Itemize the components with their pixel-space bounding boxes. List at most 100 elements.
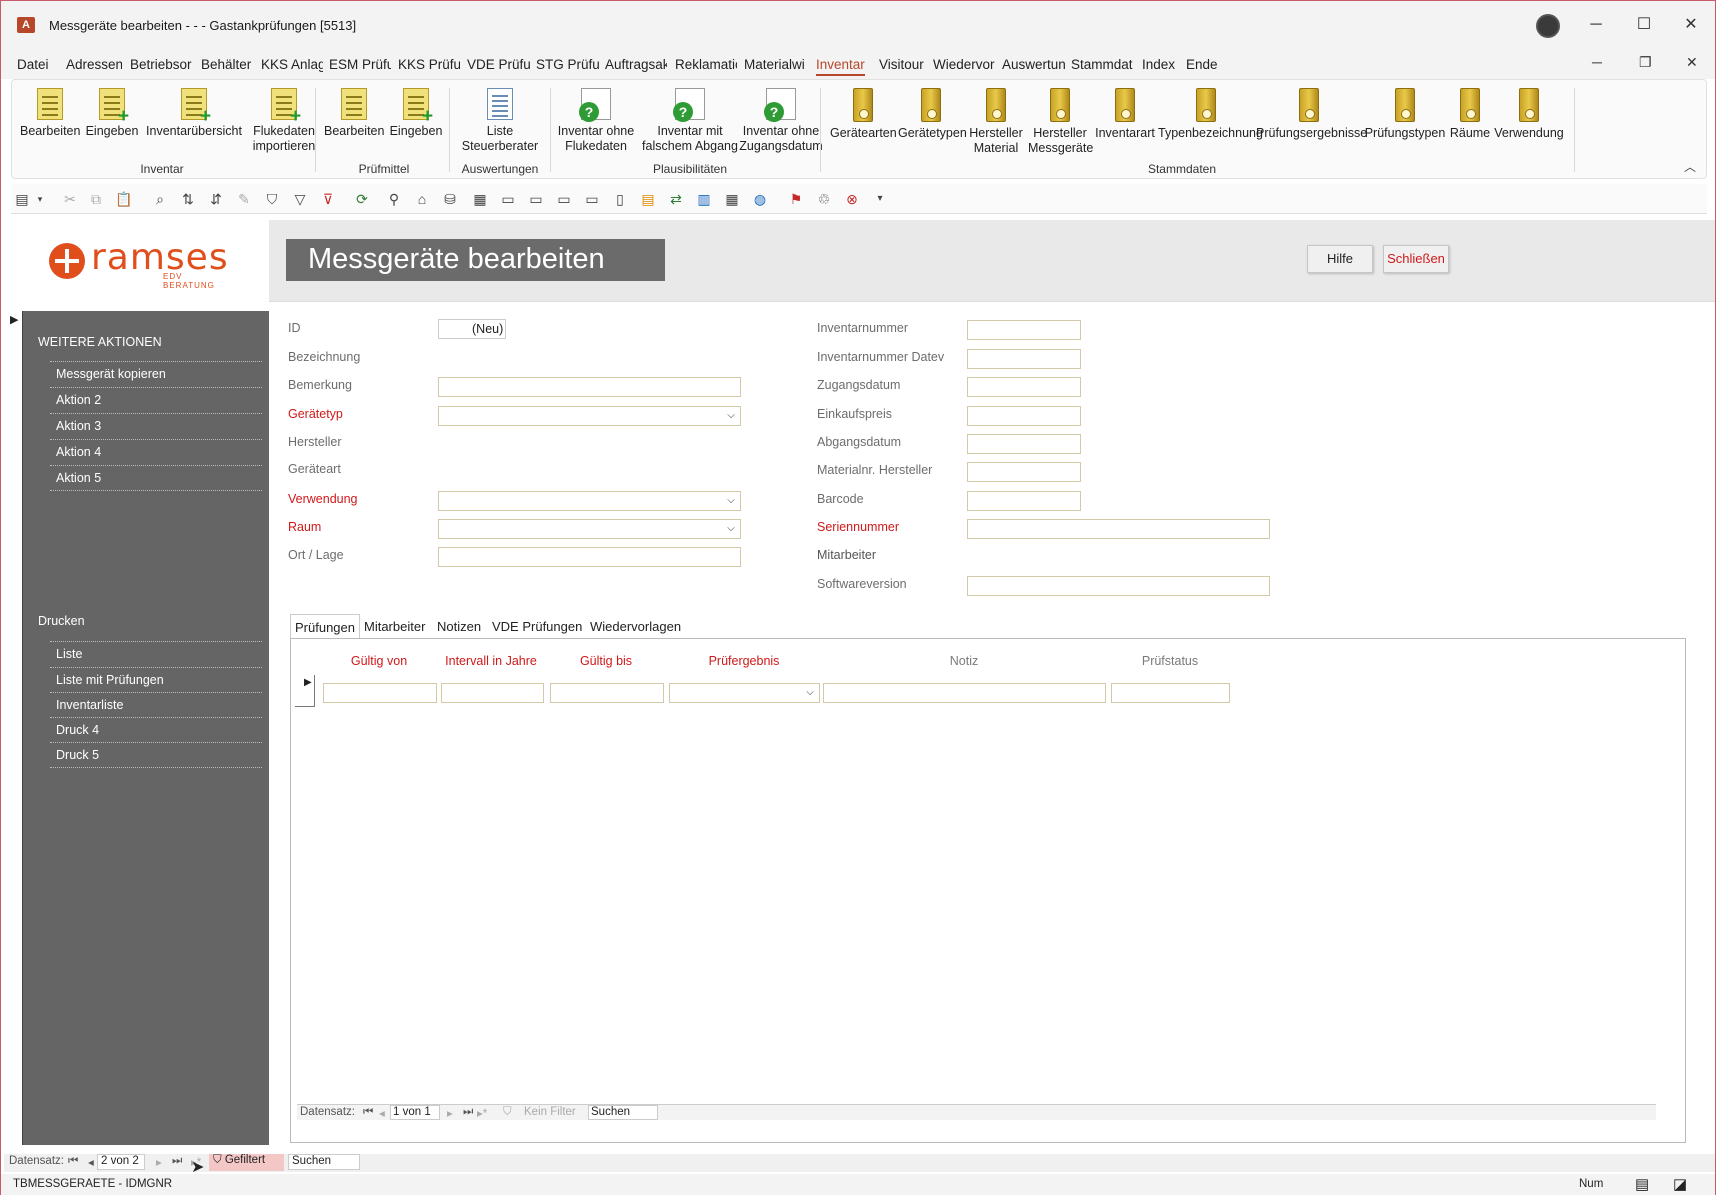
inventarnummer-field[interactable] [967,320,1081,340]
maximize-icon[interactable]: ☐ [1629,13,1659,37]
menu-datei[interactable]: Datei [17,57,51,72]
mdi-restore-icon[interactable]: ❐ [1639,54,1652,71]
ort-lage-field[interactable] [438,547,741,567]
minimize-icon[interactable]: ─ [1581,13,1611,37]
subform-filter-status[interactable]: Kein Filter [524,1106,576,1118]
sidebar-item-liste[interactable]: Liste [50,641,262,665]
verwendung-select[interactable]: ⌵ [438,491,741,511]
zugangsdatum-field[interactable] [967,377,1081,397]
sidebar-item-druck-4[interactable]: Druck 4 [50,717,262,741]
tab-notizen[interactable]: Notizen [433,614,483,638]
form2-icon[interactable]: ▭ [527,190,545,208]
pruefmittel-bearbeiten-button[interactable]: Bearbeiten [324,88,384,139]
pruefungstypen-button[interactable]: Prüfungstypen [1364,88,1446,141]
form3-icon[interactable]: ▭ [555,190,573,208]
last-record-icon[interactable]: ⏭ [463,1106,473,1119]
inventar-ohne-flukedaten-button[interactable]: ? Inventar ohne Flukedaten [552,88,640,154]
chevron-down-icon[interactable]: ⌵ [801,684,819,702]
gueltig-bis-field[interactable] [550,683,664,703]
design-view-icon[interactable]: ◪ [1673,1175,1687,1193]
menu-stg-pruefur[interactable]: STG Prüfur [536,57,599,72]
chevron-down-icon[interactable]: ⌵ [722,520,740,538]
inventar-eingeben-button[interactable]: + Eingeben [82,88,142,139]
pruefergebnis-select[interactable]: ⌵ [669,683,820,703]
menu-betriebsor[interactable]: Betriebsor [130,57,194,72]
last-record-icon[interactable]: ⏭ [172,1155,182,1168]
id-field[interactable]: (Neu) [438,319,506,339]
softwareversion-field[interactable] [967,576,1270,596]
chevron-down-icon[interactable]: ⌵ [722,407,740,425]
form-icon[interactable]: ▭ [499,190,517,208]
main-filter-status[interactable]: ⛉ Gefiltert [209,1154,284,1171]
main-search-field[interactable]: Suchen [288,1154,360,1170]
bemerkung-field[interactable] [438,377,741,397]
inventaruebersicht-button[interactable]: + Inventarübersicht [144,88,244,139]
home-icon[interactable]: ⌂ [413,190,431,208]
customize-toolbar-icon[interactable]: ▾ [871,190,889,208]
inventar-bearbeiten-button[interactable]: Bearbeiten [20,88,80,139]
pruefstatus-field[interactable] [1111,683,1230,703]
sidebar-item-messgeraet-kopieren[interactable]: Messgerät kopieren [50,361,262,385]
table-icon[interactable]: ▦ [471,190,489,208]
flukedaten-importieren-button[interactable]: + Flukedaten importieren [244,88,324,154]
menu-vde-pruefu[interactable]: VDE Prüfu [467,57,530,72]
hilfe-button[interactable]: Hilfe [1307,245,1373,273]
menu-stammdat[interactable]: Stammdat [1071,57,1133,72]
sort-ascending-icon[interactable]: ⇅ [179,190,197,208]
menu-auftragsak[interactable]: Auftragsak [605,57,667,72]
view-switch-icon[interactable]: ▤ [13,190,31,208]
sidebar-item-aktion-4[interactable]: Aktion 4 [50,439,262,463]
close-icon[interactable]: ✕ [1676,13,1706,37]
sidebar-item-aktion-3[interactable]: Aktion 3 [50,413,262,437]
seriennummer-field[interactable] [967,519,1270,539]
menu-behaelter[interactable]: Behälter [201,57,253,72]
sidebar-item-aktion-5[interactable]: Aktion 5 [50,465,262,491]
menu-index[interactable]: Index [1142,57,1178,72]
subform-search-field[interactable]: Suchen [588,1105,658,1120]
menu-esm-pruefu[interactable]: ESM Prüfu [329,57,391,72]
subform-record-counter[interactable]: 1 von 1 [390,1105,440,1120]
paste-icon[interactable]: 📋 [115,190,133,208]
previous-record-icon[interactable]: ◂ [88,1155,94,1169]
form4-icon[interactable]: ▭ [583,190,601,208]
previous-record-icon[interactable]: ◂ [379,1106,385,1120]
geraetetyp-select[interactable]: ⌵ [438,406,741,426]
pruefmittel-eingeben-button[interactable]: + Eingeben [386,88,446,139]
menu-adressen[interactable]: Adressen [66,57,122,72]
clear-sort-icon[interactable]: ✎ [235,190,253,208]
main-record-counter[interactable]: 2 von 2 [97,1154,145,1170]
inventar-falscher-abgang-button[interactable]: ? Inventar mit falschem Abgang [642,88,738,154]
materialnr-hersteller-field[interactable] [967,462,1081,482]
verwendung-button[interactable]: Verwendung [1494,88,1564,141]
raum-select[interactable]: ⌵ [438,519,741,539]
grid-icon[interactable]: ▦ [723,190,741,208]
form-view-icon[interactable]: ▤ [1635,1175,1649,1193]
filter-selection-icon[interactable]: ⛉ [263,190,281,208]
first-record-icon[interactable]: ⏮ [68,1155,78,1168]
cancel-icon[interactable]: ⊗ [843,190,861,208]
raeume-button[interactable]: Räume [1448,88,1492,141]
menu-ende[interactable]: Ende [1186,57,1222,72]
menu-materialwi[interactable]: Materialwi [744,57,806,72]
menu-auswertun[interactable]: Auswertun [1002,57,1065,72]
report-icon[interactable]: ▯ [611,190,629,208]
tab-pruefungen[interactable]: Prüfungen [290,614,360,638]
geraetetypen-button[interactable]: Gerätetypen [898,88,967,141]
inventarart-button[interactable]: Inventarart [1094,88,1156,141]
chevron-down-icon[interactable]: ▾ [31,190,49,208]
menu-inventar[interactable]: Inventar [816,57,865,76]
tab-wiedervorlagen[interactable]: Wiedervorlagen [586,614,684,638]
intervall-field[interactable] [441,683,544,703]
menu-kks-anlag[interactable]: KKS Anlag [261,57,323,72]
remove-filter-icon[interactable]: ⊽ [319,190,337,208]
next-record-icon[interactable]: ▸ [156,1155,162,1169]
menu-reklamatic[interactable]: Reklamatic [675,57,737,72]
einkaufspreis-field[interactable] [967,406,1081,426]
barcode-field[interactable] [967,491,1081,511]
new-record-icon[interactable]: ▸* [477,1106,487,1120]
recycle-icon[interactable]: ♲ [815,190,833,208]
export-icon[interactable]: ⇄ [667,190,685,208]
gueltig-von-field[interactable] [323,683,437,703]
abgangsdatum-field[interactable] [967,434,1081,454]
inventarnummer-datev-field[interactable] [967,349,1081,369]
